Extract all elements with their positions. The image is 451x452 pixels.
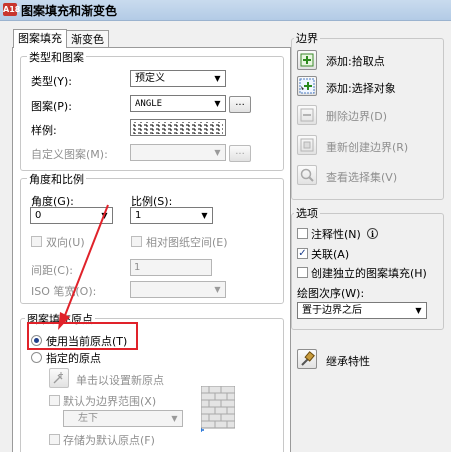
tab-hatch[interactable]: 图案填充 (13, 29, 67, 48)
annotation-arrow (58, 204, 109, 330)
hatch-gradient-dialog: A18 图案填充和渐变色 图案填充 渐变色 类型和图案 类型(Y): 预定义 ▼… (0, 0, 451, 452)
